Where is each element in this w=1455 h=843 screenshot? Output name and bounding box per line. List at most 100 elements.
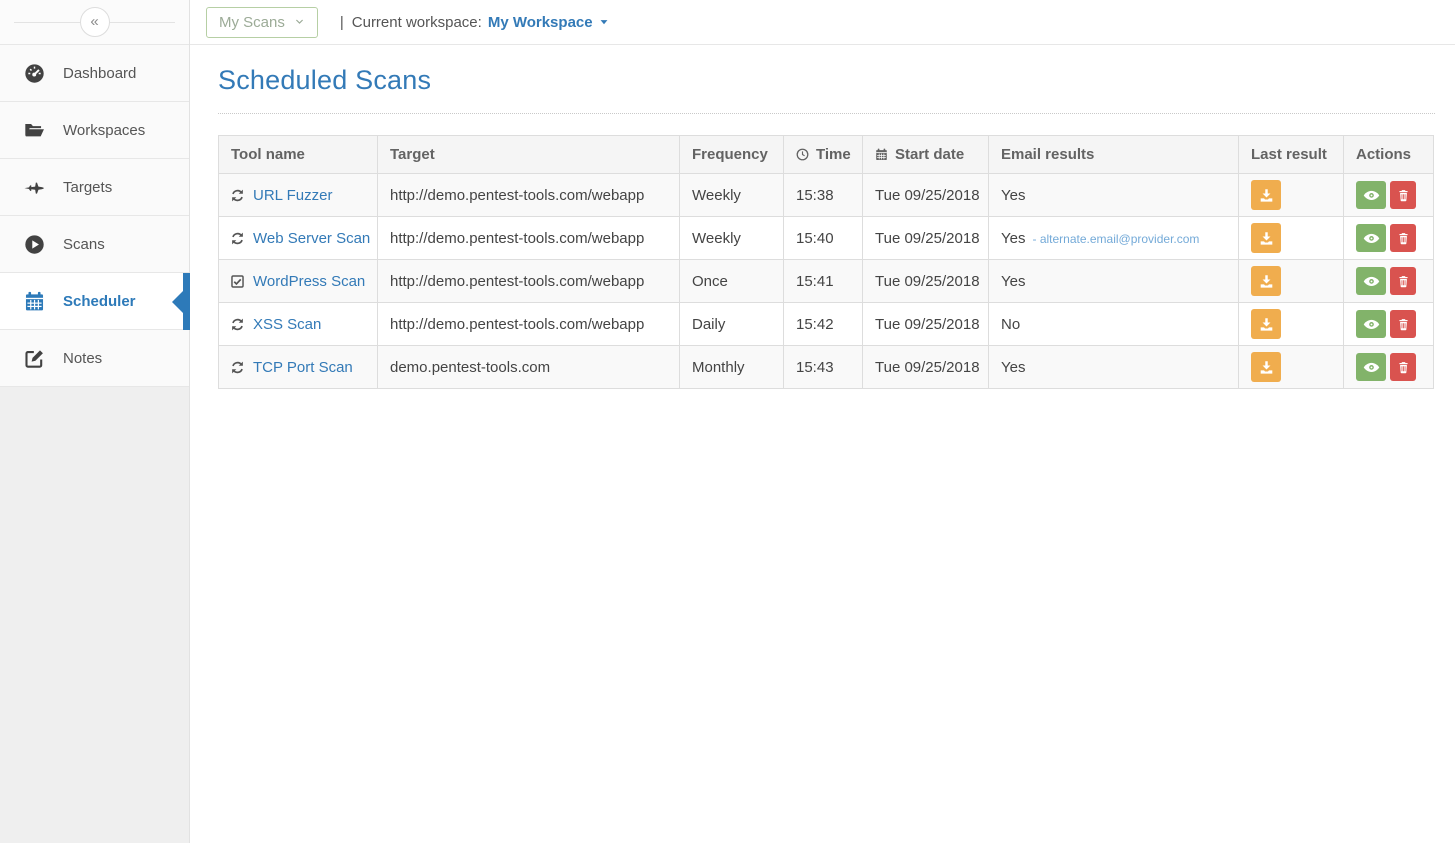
column-header-label: Last result [1251,146,1327,163]
download-report-button[interactable] [1251,223,1281,253]
topbar-separator: | [340,14,344,31]
email-results-value: Yes [1001,187,1025,204]
sidebar-nav: Dashboard Workspaces Targets Scans Scheduler… [0,45,189,387]
trash-icon [1397,189,1410,202]
tool-link[interactable]: URL Fuzzer [253,187,332,204]
tool-name-cell: WordPress Scan [219,260,378,303]
caret-down-icon [599,17,609,27]
actions-cell [1344,174,1434,217]
tool-name-cell: URL Fuzzer [219,174,378,217]
delete-scheduled-scan-button[interactable] [1390,310,1416,338]
actions-group [1356,267,1421,295]
alternate-email: - alternate.email@provider.com [1032,232,1199,246]
sidebar-item-scans[interactable]: Scans [0,216,189,273]
main-area: My Scans | Current workspace: My Workspa… [190,0,1455,843]
table-row: Web Server Scan http://demo.pentest-tools… [219,217,1434,260]
view-scan-button[interactable] [1356,224,1386,252]
column-header-time: Time [784,136,863,174]
workspace-name: My Workspace [488,14,593,31]
eye-icon [1363,187,1380,204]
start-date-value: Tue 09/25/2018 [875,359,980,376]
eye-icon [1363,359,1380,376]
my-scans-dropdown[interactable]: My Scans [206,7,318,38]
time-value: 15:42 [796,316,834,333]
content-area: Scheduled Scans Tool name Target Frequency… [190,45,1455,843]
start-date-cell: Tue 09/25/2018 [863,303,989,346]
time-value: 15:40 [796,230,834,247]
email-results-cell: Yes- alternate.email@provider.com [989,217,1239,260]
sidebar-item-label: Scans [63,236,105,253]
sidebar-item-label: Workspaces [63,122,145,139]
actions-group [1356,224,1421,252]
last-result-cell [1239,217,1344,260]
topbar: My Scans | Current workspace: My Workspa… [190,0,1455,45]
download-icon [1259,188,1274,203]
email-results-cell: Yes [989,346,1239,389]
sidebar-item-workspaces[interactable]: Workspaces [0,102,189,159]
sidebar-collapse-button[interactable]: « [80,7,110,37]
column-header-label: Actions [1356,146,1411,163]
tool-link[interactable]: WordPress Scan [253,273,365,290]
sidebar-item-dashboard[interactable]: Dashboard [0,45,189,102]
time-cell: 15:38 [784,174,863,217]
last-result-cell [1239,303,1344,346]
table-row: XSS Scanhttp://demo.pentest-tools.com/we… [219,303,1434,346]
delete-scheduled-scan-button[interactable] [1390,267,1416,295]
actions-cell [1344,217,1434,260]
sidebar-item-notes[interactable]: Notes [0,330,189,387]
start-date-cell: Tue 09/25/2018 [863,217,989,260]
sidebar-item-label: Scheduler [63,293,136,310]
download-report-button[interactable] [1251,309,1281,339]
eye-icon [1363,273,1380,290]
view-scan-button[interactable] [1356,181,1386,209]
frequency-value: Once [692,273,728,290]
trash-icon [1397,361,1410,374]
download-report-button[interactable] [1251,352,1281,382]
actions-group [1356,181,1421,209]
delete-scheduled-scan-button[interactable] [1390,181,1416,209]
view-scan-button[interactable] [1356,353,1386,381]
sidebar-item-scheduler[interactable]: Scheduler [0,273,189,330]
delete-scheduled-scan-button[interactable] [1390,353,1416,381]
column-header-label: Target [390,146,435,163]
sidebar-item-targets[interactable]: Targets [0,159,189,216]
target-value: demo.pentest-tools.com [390,359,550,376]
column-header-label: Frequency [692,146,768,163]
sidebar-item-label: Notes [63,350,102,367]
frequency-cell: Weekly [680,174,784,217]
sidebar-item-label: Dashboard [63,65,136,82]
table-header: Tool nameTargetFrequencyTimeStart dateEm… [219,136,1434,174]
tool-link[interactable]: XSS Scan [253,316,321,333]
workspace-dropdown[interactable]: My Workspace [488,14,609,31]
trash-icon [1397,232,1410,245]
download-report-button[interactable] [1251,266,1281,296]
start-date-value: Tue 09/25/2018 [875,187,980,204]
frequency-cell: Weekly [680,217,784,260]
target-cell: demo.pentest-tools.com [378,346,680,389]
delete-scheduled-scan-button[interactable] [1390,224,1416,252]
view-scan-button[interactable] [1356,267,1386,295]
tool-link[interactable]: Web Server Scan [253,230,370,247]
column-header-label: Time [816,146,851,163]
frequency-value: Monthly [692,359,745,376]
actions-group [1356,310,1421,338]
download-report-button[interactable] [1251,180,1281,210]
tool-link[interactable]: TCP Port Scan [253,359,353,376]
trash-icon [1397,275,1410,288]
view-scan-button[interactable] [1356,310,1386,338]
target-cell: http://demo.pentest-tools.com/webapp [378,174,680,217]
column-header-label: Start date [895,146,964,163]
folder-open-icon [20,120,48,141]
time-cell: 15:42 [784,303,863,346]
chevron-down-icon [294,14,305,31]
start-date-value: Tue 09/25/2018 [875,273,980,290]
column-header-label: Tool name [231,146,305,163]
target-value: http://demo.pentest-tools.com/webapp [390,230,644,247]
target-cell: http://demo.pentest-tools.com/webapp [378,260,680,303]
start-date-cell: Tue 09/25/2018 [863,260,989,303]
refresh-icon [231,361,244,374]
actions-cell [1344,346,1434,389]
page-title: Scheduled Scans [218,65,1437,96]
sidebar-header: « [0,0,189,45]
column-header-last-result: Last result [1239,136,1344,174]
